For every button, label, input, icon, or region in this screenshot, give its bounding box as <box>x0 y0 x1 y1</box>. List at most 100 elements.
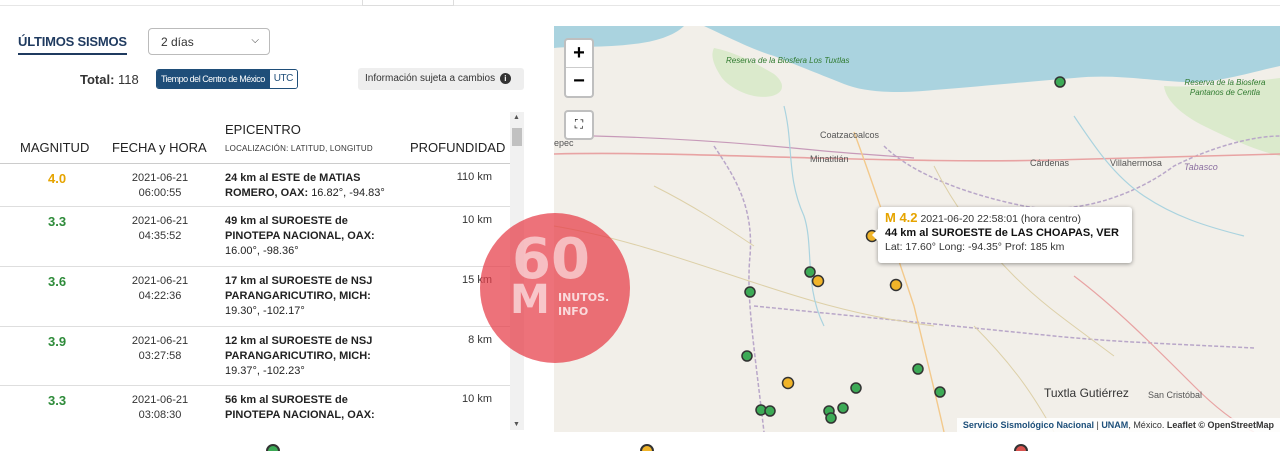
row-place: PARANGARICUTIRO, MICH: <box>225 350 371 362</box>
scroll-thumb[interactable] <box>512 128 522 146</box>
attribution-org: UNAM <box>1101 420 1129 430</box>
header-epicenter[interactable]: EPICENTRO <box>225 122 301 137</box>
chevron-down-icon: ⌵ <box>251 35 259 46</box>
row-magnitude: 4.0 <box>48 171 67 186</box>
earthquake-map[interactable]: Reserva de la Biosfera Los Tuxtlas Reser… <box>554 26 1280 432</box>
row-distance: 49 km al SUROESTE de <box>225 215 348 227</box>
earthquake-list-panel: ÚLTIMOS SISMOS 2 días ⌵ Total: 118 Tiemp… <box>0 18 530 430</box>
row-datetime: 2021-06-21 04:22:36 <box>118 274 202 304</box>
row-depth: 10 km <box>462 393 492 405</box>
row-place: PINOTEPA NACIONAL, OAX: <box>225 230 375 242</box>
row-depth: 110 km <box>456 171 492 183</box>
total-count: Total: 118 <box>80 72 139 87</box>
total-label: Total: <box>80 72 115 87</box>
row-distance: 17 km al SUROESTE de NSJ <box>225 275 373 287</box>
attribution-rest: , México. <box>1128 420 1167 430</box>
map-label-tabasco: Tabasco <box>1184 162 1218 172</box>
osm-link[interactable]: © OpenStreetMap <box>1196 420 1274 430</box>
fullscreen-icon[interactable]: ⛶ <box>564 110 594 140</box>
row-magnitude: 3.6 <box>48 274 67 289</box>
notice-text: Información sujeta a cambios <box>365 73 496 84</box>
row-magnitude: 3.9 <box>48 334 67 349</box>
row-coords: 19.37°, -102.23° <box>225 365 305 377</box>
row-epicenter: 49 km al SUROESTE de PINOTEPA NACIONAL, O… <box>225 214 405 259</box>
tz-mexico-button[interactable]: Tiempo del Centro de México <box>157 70 269 88</box>
zoom-in-button[interactable]: + <box>566 40 592 68</box>
row-place: PINOTEPA NACIONAL, OAX: <box>225 409 375 421</box>
attribution-source: Servicio Sismológico Nacional <box>962 420 1094 430</box>
map-label-tuxtla: Tuxtla Gutiérrez <box>1044 386 1129 400</box>
legend-green-dot <box>266 444 280 451</box>
row-epicenter: 24 km al ESTE de MATIAS ROMERO, OAX: 16.8… <box>225 171 405 201</box>
header-magnitude[interactable]: MAGNITUD <box>20 140 89 155</box>
table-header: MAGNITUD FECHA y HORA EPICENTRO LOCALIZA… <box>0 112 510 164</box>
scroll-up-icon[interactable]: ▲ <box>513 114 520 121</box>
row-epicenter: 12 km al SUROESTE de NSJ PARANGARICUTIRO,… <box>225 334 405 379</box>
row-datetime: 2021-06-21 03:27:58 <box>118 334 202 364</box>
row-date: 2021-06-21 <box>131 172 189 184</box>
header-depth[interactable]: PROFUNDIDAD <box>410 140 505 155</box>
total-value: 118 <box>118 72 139 87</box>
row-magnitude: 3.3 <box>48 214 67 229</box>
period-select[interactable]: 2 días ⌵ <box>148 28 270 55</box>
logo-text: INUTOS. INFO <box>558 291 609 319</box>
table-row[interactable]: 3.9 2021-06-21 03:27:58 12 km al SUROESTE… <box>0 328 510 386</box>
row-coords: 16.00°, -98.36° <box>225 245 299 257</box>
row-date: 2021-06-21 <box>131 394 189 406</box>
row-datetime: 2021-06-21 06:00:55 <box>118 171 202 201</box>
row-date: 2021-06-21 <box>131 215 189 227</box>
tooltip-details: Lat: 17.60° Long: -94.35° Prof: 185 km <box>885 241 1065 253</box>
tooltip-datetime: 2021-06-20 22:58:01 (hora centro) <box>920 213 1081 225</box>
zoom-control: + − <box>564 38 594 98</box>
logo-text-1: INUTOS. <box>558 291 610 304</box>
row-date: 2021-06-21 <box>131 335 189 347</box>
row-coords: 19.30°, -102.17° <box>225 305 305 317</box>
map-attribution: Servicio Sismológico Nacional | UNAM, Mé… <box>956 418 1280 432</box>
logo-text-2: INFO <box>558 305 589 318</box>
row-time: 03:27:58 <box>138 350 182 362</box>
map-label-san-cristobal: San Cristóbal <box>1148 390 1203 400</box>
row-time: 04:22:36 <box>138 290 182 302</box>
table-row[interactable]: 3.3 2021-06-21 04:35:52 49 km al SUROESTE… <box>0 208 510 267</box>
leaflet-link[interactable]: Leaflet <box>1167 420 1196 430</box>
map-label-cardenas: Cárdenas <box>1030 158 1070 168</box>
table-row[interactable]: 3.3 2021-06-21 03:08:30 56 km al SUROESTE… <box>0 387 510 430</box>
row-magnitude: 3.3 <box>48 393 67 408</box>
tooltip-magnitude: M 4.2 <box>885 210 918 225</box>
row-epicenter: 17 km al SUROESTE de NSJ PARANGARICUTIRO,… <box>225 274 405 319</box>
row-time: 06:00:55 <box>138 187 182 199</box>
row-date: 2021-06-21 <box>131 275 189 287</box>
map-label-villahermosa: Villahermosa <box>1110 158 1162 168</box>
row-depth: 10 km <box>462 214 492 226</box>
earthquake-table: MAGNITUD FECHA y HORA EPICENTRO LOCALIZA… <box>0 112 524 430</box>
logo-m: M <box>510 277 550 323</box>
table-row[interactable]: 4.0 2021-06-21 06:00:55 24 km al ESTE de … <box>0 165 510 207</box>
row-coords: 16.82°, -94.83° <box>311 187 385 199</box>
row-epicenter: 56 km al SUROESTE de PINOTEPA NACIONAL, O… <box>225 393 405 423</box>
watermark-logo: 60 M INUTOS. INFO <box>480 213 630 363</box>
row-place: PARANGARICUTIRO, MICH: <box>225 290 371 302</box>
row-datetime: 2021-06-21 04:35:52 <box>118 214 202 244</box>
tz-utc-button[interactable]: UTC <box>268 70 297 88</box>
period-select-value: 2 días <box>161 35 194 49</box>
info-icon: i <box>499 73 511 84</box>
tooltip-location: 44 km al SUROESTE de LAS CHOAPAS, VER <box>885 227 1119 239</box>
row-time: 03:08:30 <box>138 409 182 421</box>
row-distance: 24 km al ESTE de MATIAS <box>225 172 361 184</box>
row-distance: 56 km al SUROESTE de <box>225 394 348 406</box>
map-label-coatzacoalcos: Coatzacoalcos <box>820 130 880 140</box>
section-title: ÚLTIMOS SISMOS <box>18 34 127 55</box>
header-epicenter-sub: LOCALIZACIÓN: LATITUD, LONGITUD <box>225 144 373 153</box>
zoom-out-button[interactable]: − <box>566 68 592 96</box>
table-row[interactable]: 3.6 2021-06-21 04:22:36 17 km al SUROESTE… <box>0 268 510 327</box>
row-datetime: 2021-06-21 03:08:30 <box>118 393 202 423</box>
legend-orange-dot <box>640 444 654 451</box>
map-label-reserva-centla: Reserva de la Biosfera Pantanos de Centl… <box>1184 78 1266 97</box>
top-tab[interactable] <box>362 0 454 6</box>
map-label-reserva-tuxtlas: Reserva de la Biosfera Los Tuxtlas <box>726 56 850 65</box>
header-date[interactable]: FECHA y HORA <box>112 140 207 155</box>
row-time: 04:35:52 <box>138 230 182 242</box>
notice-badge[interactable]: Información sujeta a cambios i <box>358 68 524 90</box>
map-label-minatitlan: Minatitlán <box>810 154 849 164</box>
scroll-down-icon[interactable]: ▼ <box>513 421 520 428</box>
